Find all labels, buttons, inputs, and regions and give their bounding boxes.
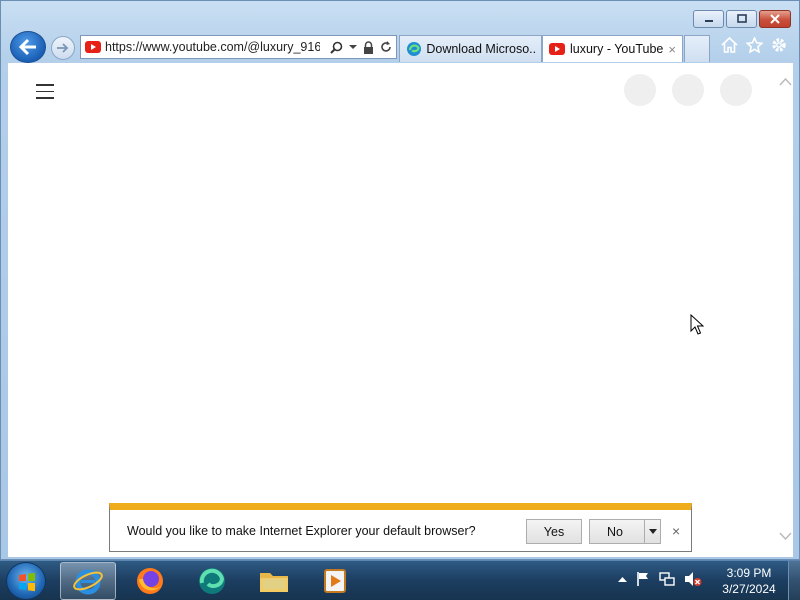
show-desktop-button[interactable] [788, 561, 800, 600]
menu-hamburger-icon[interactable] [36, 84, 54, 104]
youtube-icon [85, 41, 101, 53]
browser-tools [721, 37, 787, 53]
tab-label: Download Microso... [426, 42, 535, 56]
tab-download-microsoft[interactable]: Download Microso... [399, 35, 542, 62]
taskbar-file-explorer[interactable] [246, 562, 302, 600]
navigation-bar: https://www.youtube.com/@luxury_916 Down… [1, 31, 800, 63]
taskbar-media-player[interactable] [308, 562, 364, 600]
volume-muted-icon[interactable] [684, 571, 702, 587]
lock-icon[interactable] [363, 40, 374, 54]
default-browser-notification: Would you like to make Internet Explorer… [109, 503, 692, 552]
youtube-icon [549, 43, 565, 55]
network-icon[interactable] [659, 571, 675, 587]
taskbar-internet-explorer[interactable] [60, 562, 116, 600]
taskbar-edge-beta[interactable] [184, 562, 240, 600]
loading-placeholder-circle [672, 74, 704, 106]
edge-beta-icon [199, 568, 225, 594]
address-url[interactable]: https://www.youtube.com/@luxury_916 [105, 40, 320, 54]
taskbar: 3:09 PM 3/27/2024 [0, 560, 800, 600]
system-clock[interactable]: 3:09 PM 3/27/2024 [716, 565, 782, 597]
page-content [8, 63, 778, 557]
dropdown-arrow-icon[interactable] [349, 44, 357, 50]
close-window-button[interactable] [759, 10, 791, 28]
forward-button[interactable] [51, 36, 75, 60]
tab-label: luxury - YouTube [570, 42, 664, 56]
minimize-button[interactable] [693, 10, 724, 28]
start-button[interactable] [6, 562, 46, 600]
action-center-flag-icon[interactable] [636, 571, 650, 587]
loading-placeholder-circle [624, 74, 656, 106]
notification-message: Would you like to make Internet Explorer… [127, 524, 476, 538]
scroll-up-icon[interactable] [779, 77, 792, 86]
close-notification-icon[interactable]: × [672, 523, 680, 539]
no-options-dropdown[interactable] [644, 520, 660, 543]
window-caption-buttons [693, 10, 791, 28]
clock-date: 3/27/2024 [722, 582, 776, 596]
tab-luxury-youtube[interactable]: luxury - YouTube × [542, 35, 683, 62]
system-tray [618, 571, 702, 587]
internet-explorer-icon [73, 569, 103, 595]
address-bar[interactable]: https://www.youtube.com/@luxury_916 [80, 35, 397, 59]
media-player-icon [324, 569, 346, 593]
restore-icon [736, 14, 747, 23]
file-explorer-icon [260, 573, 288, 592]
taskbar-firefox[interactable] [122, 562, 178, 600]
windows-logo-icon [19, 572, 35, 592]
arrow-right-icon [57, 43, 69, 53]
dropdown-arrow-icon [648, 529, 657, 534]
search-icon[interactable] [330, 41, 343, 54]
vertical-scrollbar[interactable] [778, 63, 793, 557]
show-hidden-icons-arrow-icon[interactable] [618, 576, 627, 583]
settings-gear-icon[interactable] [771, 37, 787, 53]
edge-icon [407, 42, 421, 56]
loading-placeholder-circle [720, 74, 752, 106]
no-button-label: No [607, 524, 623, 539]
home-icon[interactable] [721, 37, 738, 53]
firefox-icon [137, 568, 163, 594]
back-button[interactable] [10, 31, 46, 63]
restore-button[interactable] [726, 10, 757, 28]
arrow-left-icon [18, 38, 36, 56]
clock-time: 3:09 PM [726, 566, 772, 580]
yes-button[interactable]: Yes [526, 519, 582, 544]
browser-window: https://www.youtube.com/@luxury_916 Down… [0, 0, 800, 560]
close-icon [770, 14, 780, 24]
favorites-star-icon[interactable] [746, 37, 763, 53]
new-tab-button[interactable] [684, 35, 710, 62]
scroll-down-icon[interactable] [779, 532, 792, 541]
no-button[interactable]: No [589, 519, 661, 544]
refresh-icon[interactable] [380, 41, 392, 53]
close-tab-icon[interactable]: × [668, 42, 676, 57]
mouse-pointer-icon [690, 314, 704, 335]
minimize-icon [704, 20, 713, 22]
